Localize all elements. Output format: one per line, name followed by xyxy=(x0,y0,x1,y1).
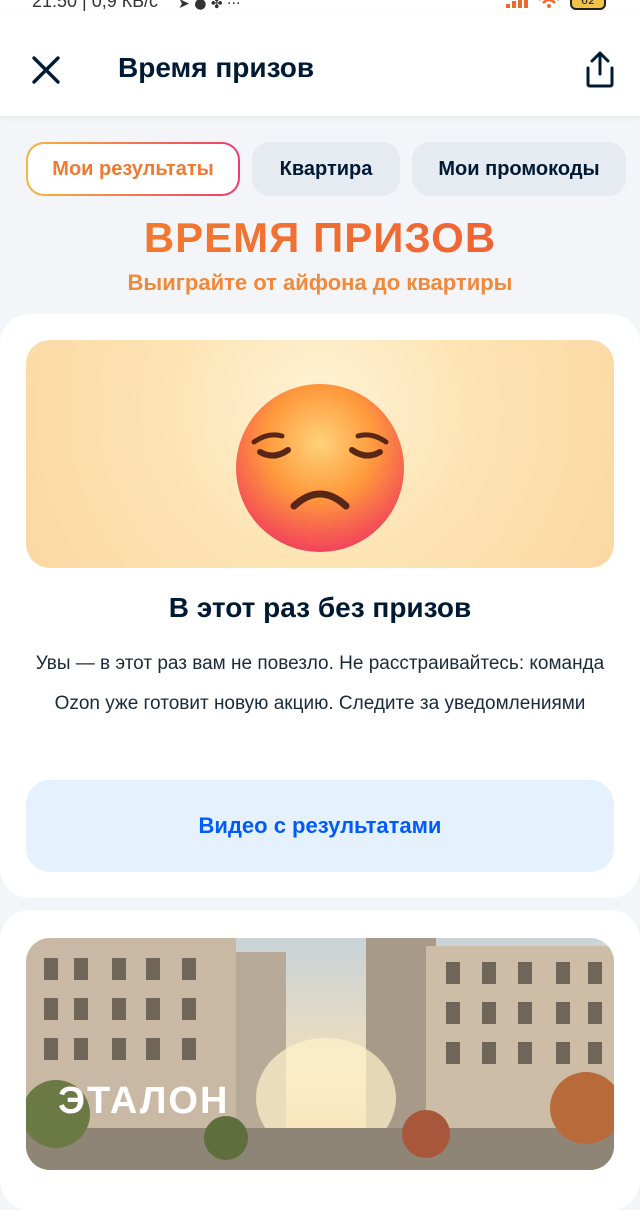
pensive-face-icon xyxy=(228,378,412,562)
more-icon: ··· xyxy=(227,0,241,12)
tab-my-results[interactable]: Мои результаты xyxy=(26,142,240,196)
tab-bar: Мои результаты Квартира Мои промокоды xyxy=(26,142,626,196)
residential-buildings-image xyxy=(26,938,614,1170)
promo-card: ЭТАЛОН xyxy=(0,910,640,1210)
hero-title: ВРЕМЯ ПРИЗОВ xyxy=(0,214,640,262)
result-title: В этот раз без призов xyxy=(168,592,472,623)
page-title: Время призов xyxy=(118,52,315,83)
tab-my-promocodes[interactable]: Мои промокоды xyxy=(412,142,626,196)
apps-icon: ✤ xyxy=(210,0,223,12)
status-notification-icons: ➤ ● ✤ ··· xyxy=(178,0,240,12)
share-icon[interactable] xyxy=(580,50,620,90)
app-header: Время призов xyxy=(0,14,640,116)
brand-logo: ЭТАЛОН xyxy=(58,1080,230,1122)
telegram-icon: ➤ xyxy=(178,0,190,12)
wifi-icon xyxy=(539,0,559,8)
emoji-banner xyxy=(26,340,614,568)
result-message: Увы — в этот раз вам не повезло. Не расс… xyxy=(35,653,605,714)
status-time-speed: 21:50 | 0,9 КБ/с xyxy=(32,0,159,11)
battery-icon: 62 xyxy=(570,0,606,10)
facebook-icon: ● xyxy=(194,0,207,12)
result-card: В этот раз без призов Увы — в этот раз в… xyxy=(0,314,640,898)
status-indicators: 62 xyxy=(506,0,606,10)
promo-image[interactable] xyxy=(26,938,614,1170)
signal-icon xyxy=(506,0,528,8)
tab-apartment[interactable]: Квартира xyxy=(252,142,400,196)
hero-subtitle: Выиграйте от айфона до квартиры xyxy=(127,270,513,295)
close-icon[interactable] xyxy=(28,52,64,88)
video-results-button[interactable]: Видео с результатами xyxy=(26,780,614,872)
status-bar: 21:50 | 0,9 КБ/с ➤ ● ✤ ··· 62 xyxy=(0,0,640,14)
